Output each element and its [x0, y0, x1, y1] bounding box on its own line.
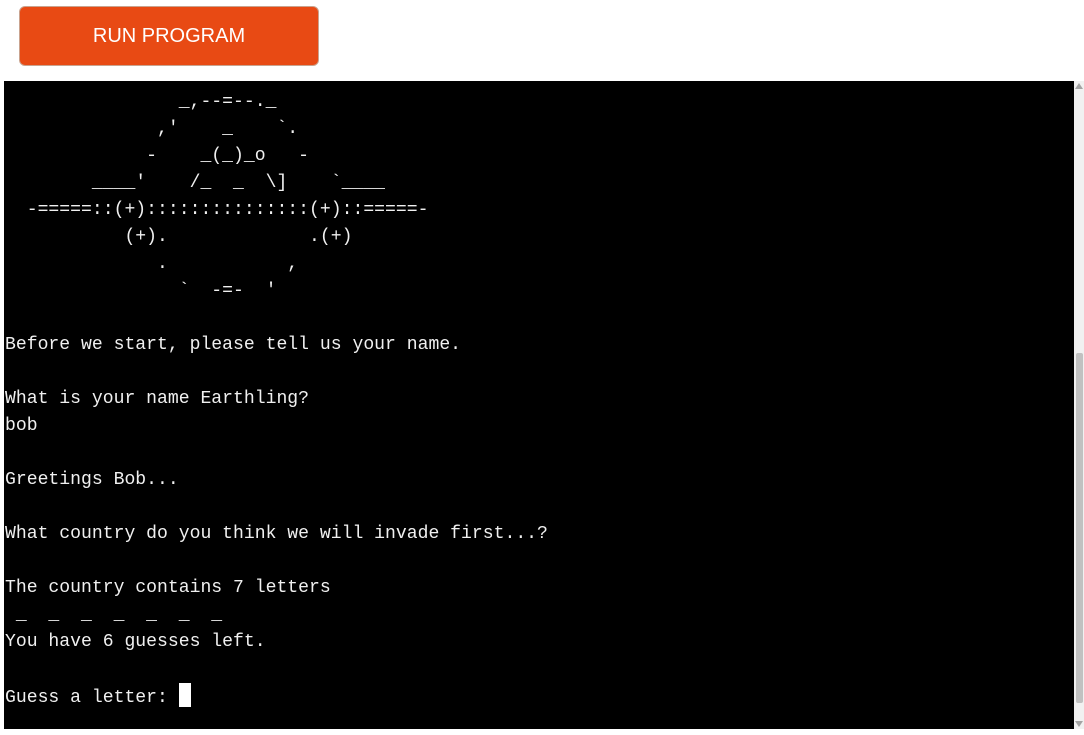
- guess-prompt: Guess a letter:: [5, 688, 179, 708]
- text-cursor[interactable]: [178, 683, 191, 707]
- terminal-line: What is your name Earthling?: [5, 389, 310, 409]
- scroll-down-arrow-icon[interactable]: [1075, 721, 1083, 727]
- terminal-window[interactable]: _,--=--._ ,' _ `. - _(_)_o - ____' /_ _ …: [4, 81, 1084, 729]
- terminal-line: What country do you think we will invade…: [5, 524, 548, 544]
- terminal-output[interactable]: _,--=--._ ,' _ `. - _(_)_o - ____' /_ _ …: [4, 81, 1074, 729]
- terminal-line: Before we start, please tell us your nam…: [5, 335, 462, 355]
- terminal-scrollbar[interactable]: [1074, 81, 1084, 729]
- terminal-lines: Before we start, please tell us your nam…: [5, 335, 548, 652]
- terminal-line: You have 6 guesses left.: [5, 632, 266, 652]
- ufo-ascii-art: _,--=--._ ,' _ `. - _(_)_o - ____' /_ _ …: [26, 92, 429, 301]
- terminal-line: _ _ _ _ _ _ _: [15, 605, 223, 625]
- scroll-up-arrow-icon[interactable]: [1075, 83, 1083, 89]
- scrollbar-thumb[interactable]: [1076, 353, 1083, 703]
- terminal-line: The country contains 7 letters: [5, 578, 331, 598]
- run-program-button[interactable]: RUN PROGRAM: [19, 6, 319, 66]
- terminal-text: _,--=--._ ,' _ `. - _(_)_o - ____' /_ _ …: [5, 89, 548, 712]
- terminal-line: bob: [5, 416, 38, 436]
- terminal-line: Greetings Bob...: [5, 470, 179, 490]
